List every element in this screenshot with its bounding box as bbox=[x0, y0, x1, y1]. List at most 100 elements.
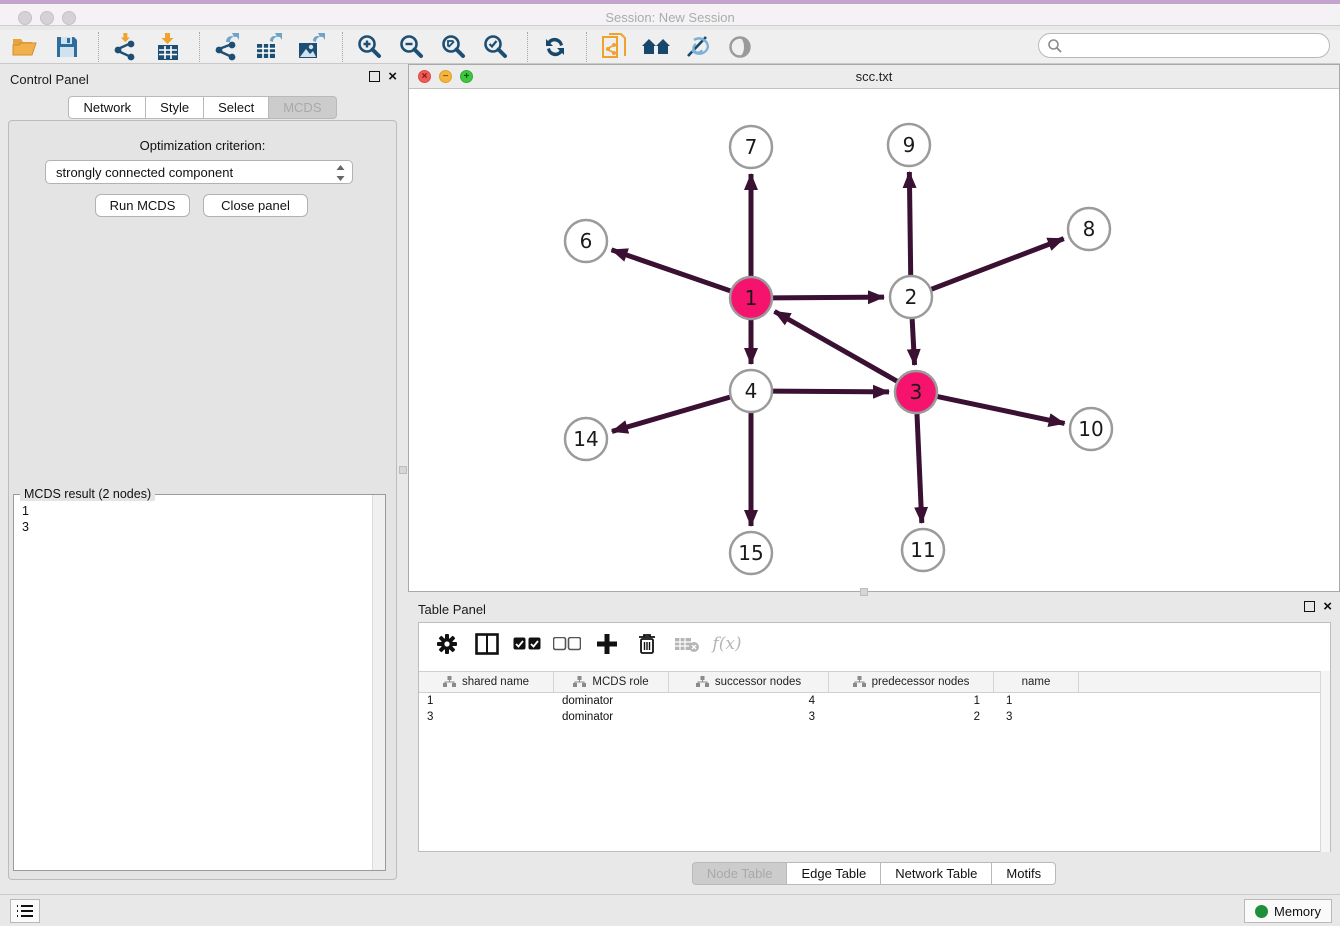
tab-network-table[interactable]: Network Table bbox=[880, 862, 991, 885]
column-header-shared-name[interactable]: shared name bbox=[419, 672, 554, 692]
mcds-result-scrollbar[interactable] bbox=[372, 495, 385, 870]
graph-node-label-9: 9 bbox=[903, 133, 916, 157]
deselect-all-checkboxes-icon[interactable] bbox=[553, 631, 581, 657]
column-header-predecessor-nodes[interactable]: predecessor nodes bbox=[829, 672, 994, 692]
graph-node-label-8: 8 bbox=[1083, 217, 1096, 241]
mcds-result-line: 3 bbox=[22, 519, 372, 535]
refresh-icon[interactable] bbox=[540, 33, 570, 61]
toolbar-separator bbox=[98, 32, 99, 62]
graph-node-label-11: 11 bbox=[910, 538, 935, 562]
graph-edge-1-2[interactable] bbox=[773, 297, 884, 298]
cell-name[interactable]: 1 bbox=[994, 694, 1079, 710]
graph-node-label-3: 3 bbox=[910, 380, 923, 404]
save-session-icon[interactable] bbox=[52, 33, 82, 61]
graph-node-label-15: 15 bbox=[738, 541, 763, 565]
mcds-result-box: MCDS result (2 nodes) 1 3 bbox=[13, 494, 386, 871]
tab-mcds[interactable]: MCDS bbox=[268, 96, 336, 119]
settings-gear-icon[interactable] bbox=[433, 631, 461, 657]
hide-selected-icon[interactable] bbox=[683, 33, 713, 61]
cell-shared-name[interactable]: 3 bbox=[419, 710, 554, 726]
graph-edge-3-11[interactable] bbox=[917, 414, 922, 523]
graph-edge-2-9[interactable] bbox=[909, 172, 910, 275]
graph-edge-2-8[interactable] bbox=[932, 239, 1064, 290]
tab-edge-table[interactable]: Edge Table bbox=[786, 862, 880, 885]
table-header-row: shared name MCDS role successor nodes pr… bbox=[419, 671, 1330, 693]
close-panel-button[interactable]: Close panel bbox=[203, 194, 308, 217]
tab-select[interactable]: Select bbox=[203, 96, 268, 119]
hierarchy-icon bbox=[696, 676, 709, 688]
zoom-selected-icon[interactable] bbox=[481, 33, 511, 61]
search-input[interactable] bbox=[1038, 33, 1330, 58]
add-column-icon[interactable] bbox=[593, 631, 621, 657]
optimization-criterion-select[interactable]: strongly connected component bbox=[45, 160, 353, 184]
toolbar-separator bbox=[527, 32, 528, 62]
tab-style[interactable]: Style bbox=[145, 96, 203, 119]
cell-successor-nodes[interactable]: 3 bbox=[669, 710, 829, 726]
float-panel-icon[interactable] bbox=[369, 71, 380, 82]
graph-edge-3-1[interactable] bbox=[774, 311, 896, 381]
toolbar-separator bbox=[342, 32, 343, 62]
zoom-in-icon[interactable] bbox=[355, 33, 385, 61]
column-header-successor-nodes[interactable]: successor nodes bbox=[669, 672, 829, 692]
cell-shared-name[interactable]: 1 bbox=[419, 694, 554, 710]
close-panel-icon[interactable]: × bbox=[388, 71, 397, 82]
clone-network-icon[interactable] bbox=[599, 33, 629, 61]
select-all-checkboxes-icon[interactable] bbox=[513, 631, 541, 657]
network-canvas[interactable]: 7968124314101511 bbox=[409, 89, 1339, 591]
show-all-icon[interactable] bbox=[725, 33, 755, 61]
control-panel-title: Control Panel bbox=[10, 72, 89, 87]
graph-edge-4-14[interactable] bbox=[612, 397, 730, 431]
task-history-button[interactable] bbox=[10, 899, 40, 923]
status-bar: Memory bbox=[0, 894, 1340, 926]
table-row[interactable]: 1 dominator 4 1 1 bbox=[419, 694, 1330, 710]
import-network-icon[interactable] bbox=[111, 33, 141, 61]
graph-edge-1-6[interactable] bbox=[612, 250, 731, 291]
delete-column-icon[interactable] bbox=[633, 631, 661, 657]
select-stepper-icon bbox=[335, 164, 346, 182]
graph-node-label-7: 7 bbox=[745, 135, 758, 159]
splitter-handle[interactable] bbox=[860, 588, 868, 596]
delete-table-disabled-icon bbox=[673, 631, 701, 657]
graph-edge-2-3[interactable] bbox=[912, 319, 914, 365]
toggle-panes-icon[interactable] bbox=[473, 631, 501, 657]
close-table-panel-icon[interactable]: × bbox=[1323, 601, 1332, 612]
table-panel: Table Panel × bbox=[408, 596, 1340, 894]
cell-predecessor-nodes[interactable]: 1 bbox=[829, 694, 994, 710]
first-neighbors-icon[interactable] bbox=[641, 33, 671, 61]
cell-mcds-role[interactable]: dominator bbox=[554, 694, 669, 710]
graph-edge-3-10[interactable] bbox=[938, 397, 1065, 424]
cell-predecessor-nodes[interactable]: 2 bbox=[829, 710, 994, 726]
control-panel-tabs: Network Style Select MCDS bbox=[0, 96, 405, 119]
table-scrollbar[interactable] bbox=[1320, 671, 1330, 852]
main-toolbar bbox=[0, 30, 1340, 64]
hierarchy-icon bbox=[853, 676, 866, 688]
zoom-out-icon[interactable] bbox=[397, 33, 427, 61]
splitter-handle[interactable] bbox=[399, 466, 407, 474]
graph-node-label-10: 10 bbox=[1078, 417, 1103, 441]
table-row[interactable]: 3 dominator 3 2 3 bbox=[419, 710, 1330, 726]
open-file-icon[interactable] bbox=[10, 33, 40, 61]
column-header-mcds-role[interactable]: MCDS role bbox=[554, 672, 669, 692]
tab-node-table[interactable]: Node Table bbox=[692, 862, 787, 885]
optimization-criterion-value: strongly connected component bbox=[56, 165, 233, 180]
export-table-icon[interactable] bbox=[254, 33, 284, 61]
float-table-panel-icon[interactable] bbox=[1304, 601, 1315, 612]
cell-name[interactable]: 3 bbox=[994, 710, 1079, 726]
control-panel-header: Control Panel × bbox=[0, 64, 405, 94]
search-icon bbox=[1047, 38, 1063, 54]
node-table-container: f(x) shared name MCDS role successor nod… bbox=[418, 622, 1331, 852]
cell-mcds-role[interactable]: dominator bbox=[554, 710, 669, 726]
export-image-icon[interactable] bbox=[296, 33, 326, 61]
export-network-icon[interactable] bbox=[212, 33, 242, 61]
cell-successor-nodes[interactable]: 4 bbox=[669, 694, 829, 710]
run-mcds-button[interactable]: Run MCDS bbox=[95, 194, 190, 217]
import-table-icon[interactable] bbox=[153, 33, 183, 61]
mcds-result-text[interactable]: 1 3 bbox=[14, 497, 372, 869]
memory-label: Memory bbox=[1274, 904, 1321, 919]
tab-motifs[interactable]: Motifs bbox=[991, 862, 1056, 885]
memory-button[interactable]: Memory bbox=[1244, 899, 1332, 923]
graph-edge-4-3[interactable] bbox=[773, 391, 889, 392]
column-header-name[interactable]: name bbox=[994, 672, 1079, 692]
zoom-fit-icon[interactable] bbox=[439, 33, 469, 61]
tab-network[interactable]: Network bbox=[68, 96, 145, 119]
